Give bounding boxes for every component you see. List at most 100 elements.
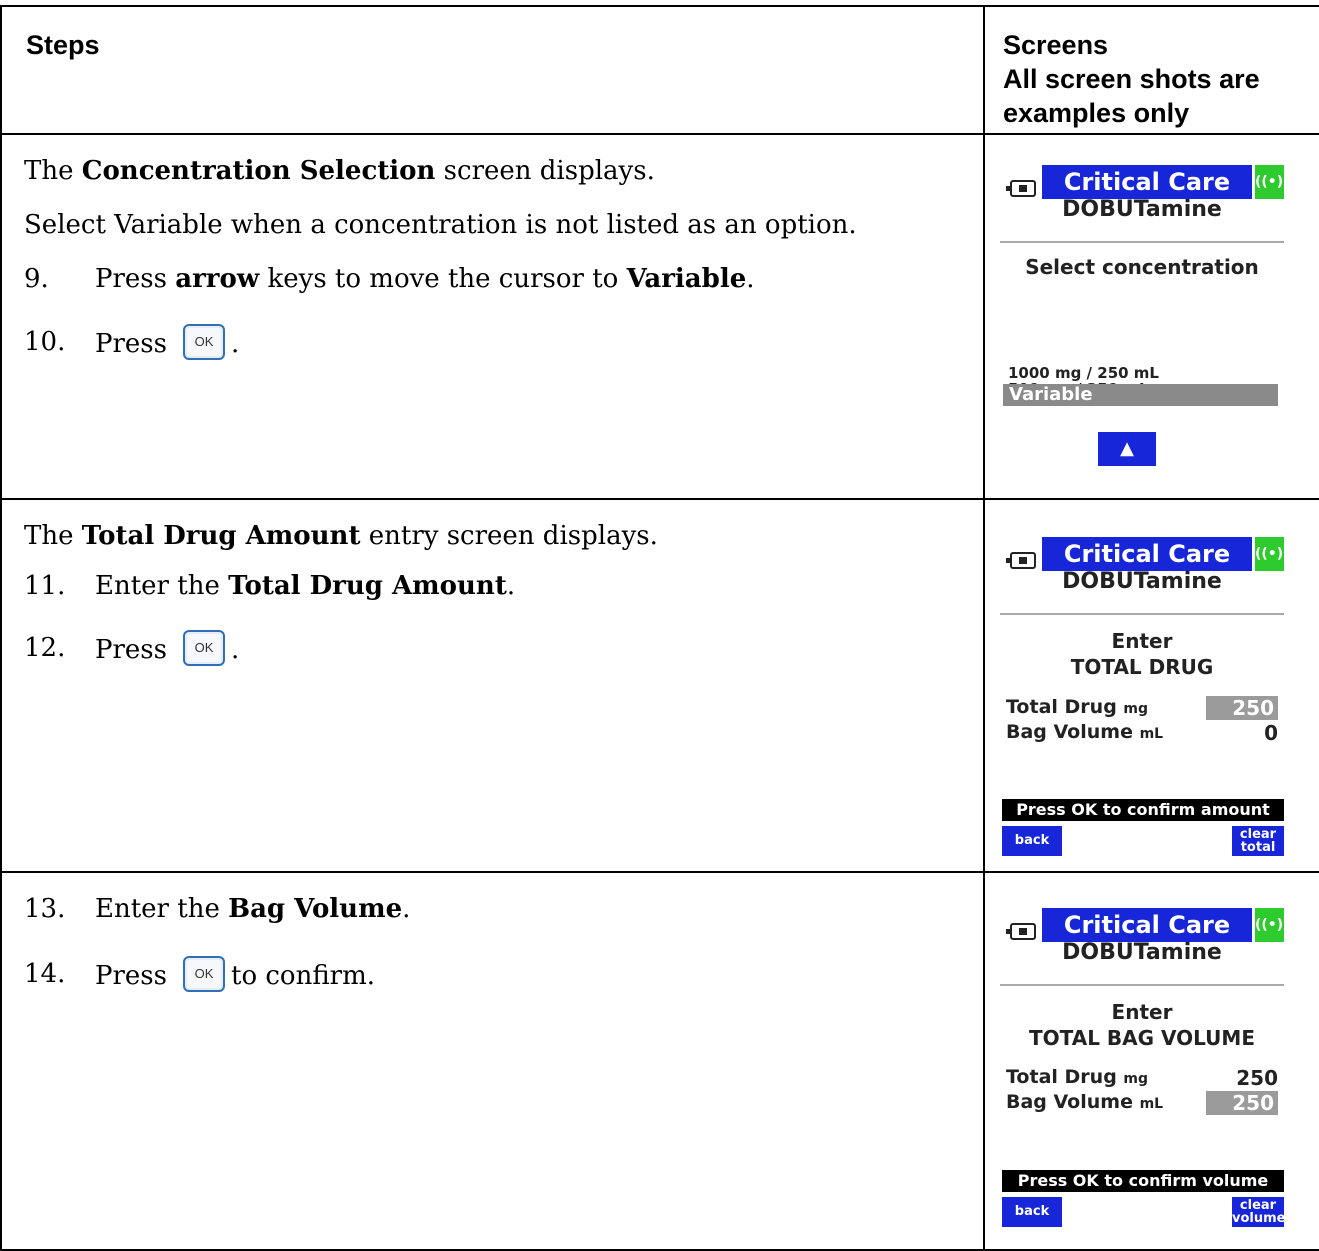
step-number: 11. [24,571,66,601]
step-text: Press arrow keys to move the cursor to V… [95,264,755,294]
ok-key-icon: OK [183,630,225,666]
drug-name: DOBUTamine [1062,569,1222,594]
field-label-text: Bag Volume [1006,1091,1133,1113]
step-cell: The Total Drug Amount entry screen displ… [0,498,985,873]
field-label-text: Total Drug [1006,1066,1117,1088]
screen-title-line-2: TOTAL DRUG [1070,655,1214,679]
step-text-part: to confirm. [231,961,376,991]
wireless-antenna-icon: ((•)) [1255,908,1290,942]
field-unit: mL [1139,726,1164,742]
field-label-text: Bag Volume [1006,721,1133,743]
softkey-line-2: volume [1232,1211,1286,1226]
screen-title-line-1: Enter [1111,1000,1173,1024]
procedure-document: Steps Screens All screen shots are examp… [0,0,1319,1251]
intro-text: The [24,156,82,186]
bag-volume-label: Bag Volume mL [1006,721,1163,743]
back-softkey: back [1002,826,1062,856]
back-softkey: back [1002,1197,1062,1227]
step-text-part: . [506,571,516,601]
step-text-part: . [231,329,240,359]
row-intro: The Total Drug Amount entry screen displ… [24,521,658,551]
battery-icon [1006,923,1036,940]
row-intro: The Concentration Selection screen displ… [24,156,655,186]
ok-key-icon: OK [183,324,225,360]
steps-header-cell: Steps [0,5,985,135]
step-bold: Total Drug Amount [228,571,507,601]
step-bold: Variable [626,264,747,294]
screen-title-line-2: TOTAL BAG VOLUME [1029,1026,1255,1050]
step-text-part: Enter the [95,571,229,601]
field-label-text: Total Drug [1006,696,1117,718]
wireless-antenna-icon: ((•)) [1255,165,1290,199]
bag-volume-value: 250 [1206,1091,1278,1115]
intro-bold: Total Drug Amount [81,521,361,551]
screens-header: Screens All screen shots are examples on… [985,7,1319,130]
clear-volume-softkey: clear volume [1232,1197,1286,1227]
mode-title: Critical Care [1042,537,1252,571]
screens-header-title: Screens [1003,30,1109,60]
confirm-message: Press OK to confirm amount [1002,799,1284,821]
row-note: Select Variable when a concentration is … [24,210,857,240]
step-text-part: Enter the [95,894,229,924]
battery-icon [1006,552,1036,569]
drug-name: DOBUTamine [1062,940,1222,965]
screens-header-cell: Screens All screen shots are examples on… [983,5,1319,135]
step-text-part: Press [95,961,167,991]
total-drug-value: 250 [1206,696,1278,720]
field-unit: mL [1139,1096,1164,1112]
screen-divider [1000,241,1284,243]
step-text-part: Press [95,264,176,294]
step-text-part: . [402,894,411,924]
intro-bold: Concentration Selection [81,156,436,186]
total-drug-label: Total Drug mg [1006,696,1148,718]
up-arrow-icon: ▲ [1098,432,1156,466]
step-text-part: . [231,635,240,665]
mode-title: Critical Care [1042,165,1252,199]
step-number: 13. [24,894,66,924]
step-bold: arrow [175,264,260,294]
step-text-part: . [746,264,755,294]
total-drug-label: Total Drug mg [1006,1066,1148,1088]
bag-volume-label: Bag Volume mL [1006,1091,1163,1113]
pump-screen-total-drug: Critical Care ((•)) DOBUTamine Enter TOT… [1000,532,1290,867]
intro-text-end: entry screen displays. [360,521,658,551]
step-number: 10. [24,327,66,357]
step-text: Press OK. [95,630,240,669]
step-text-part: Press [95,329,167,359]
pump-screen-bag-volume: Critical Care ((•)) DOBUTamine Enter TOT… [1000,903,1290,1238]
clear-total-softkey: clear total [1232,826,1284,856]
softkey-line-2: total [1240,840,1276,855]
step-cell: The Concentration Selection screen displ… [0,133,985,500]
step-bold: Bag Volume [228,894,403,924]
step-cell: 13. Enter the Bag Volume. 14. Press OK to … [0,871,985,1251]
intro-text: The [24,521,82,551]
total-drug-value: 250 [1236,1066,1278,1090]
screen-title-line-1: Enter [1111,629,1173,653]
step-text: Enter the Total Drug Amount. [95,571,515,601]
field-unit: mg [1123,701,1149,717]
step-text-part: Press [95,635,167,665]
concentration-option-selected: Variable [1003,384,1278,406]
header-row: Steps Screens All screen shots are examp… [0,5,1319,135]
screen-divider [1000,613,1284,615]
screen-divider [1000,984,1284,986]
step-text-part: keys to move the cursor to [259,264,627,294]
step-number: 9. [24,264,49,294]
bag-volume-value: 0 [1264,721,1278,745]
intro-text-end: screen displays. [435,156,655,186]
step-number: 14. [24,959,66,989]
mode-title: Critical Care [1042,908,1252,942]
step-text: Press OK to confirm. [95,956,376,995]
pump-screen-concentration: Critical Care ((•)) DOBUTamine Select co… [1000,160,1290,466]
step-number: 12. [24,633,66,663]
wireless-antenna-icon: ((•)) [1255,537,1290,571]
drug-name: DOBUTamine [1062,197,1222,222]
confirm-message: Press OK to confirm volume [1002,1170,1284,1192]
screen-title: Select concentration [1025,255,1259,279]
step-text: Press OK. [95,324,240,363]
steps-header: Steps [26,30,100,60]
screens-header-note-2: examples only [1003,98,1190,128]
screens-header-note-1: All screen shots are [1003,64,1260,94]
step-text: Enter the Bag Volume. [95,894,410,924]
ok-key-icon: OK [183,956,225,992]
